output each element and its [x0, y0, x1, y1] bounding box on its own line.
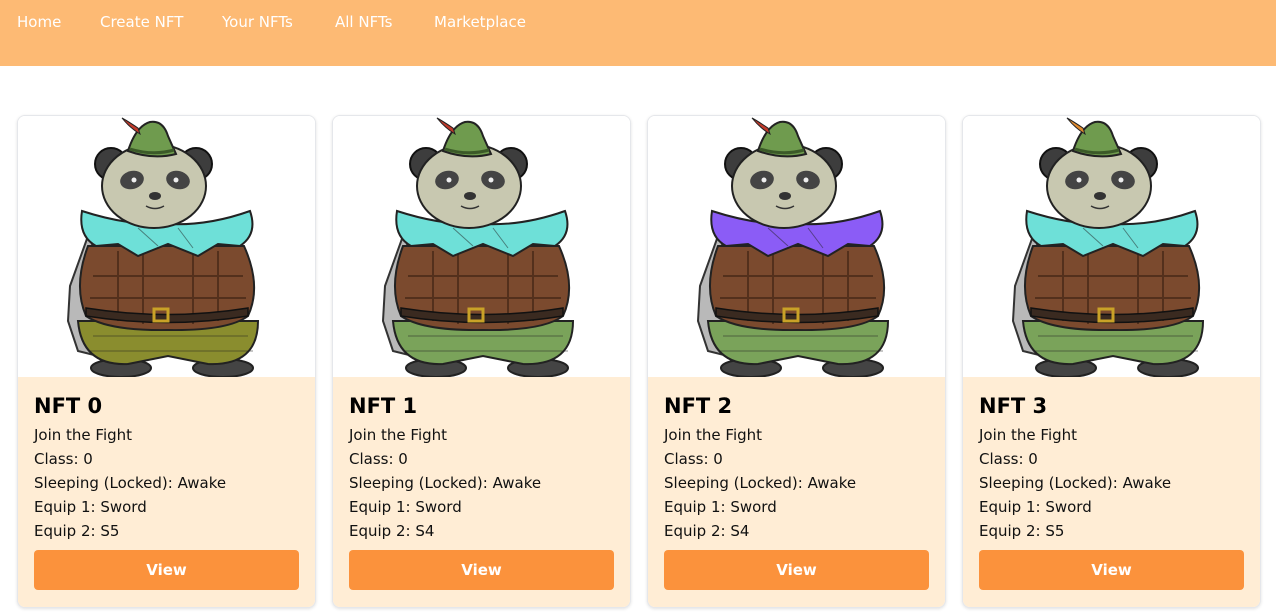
- nft-card: NFT 3 Join the Fight Class: 0 Sleeping (…: [962, 115, 1261, 608]
- nft-card: NFT 2 Join the Fight Class: 0 Sleeping (…: [647, 115, 946, 608]
- nav-link-create-nft[interactable]: Create NFT: [100, 12, 183, 32]
- top-navbar: Home Create NFT Your NFTs All NFTs Marke…: [0, 0, 1276, 66]
- nft-equip-2: Equip 2: S4: [349, 522, 435, 540]
- nft-subtitle: Join the Fight: [664, 426, 763, 444]
- nft-card-body: NFT 3 Join the Fight Class: 0 Sleeping (…: [963, 377, 1260, 607]
- nft-class: Class: 0: [349, 450, 408, 468]
- nav-link-home[interactable]: Home: [17, 12, 61, 32]
- nft-card: NFT 0 Join the Fight Class: 0 Sleeping (…: [17, 115, 316, 608]
- view-button[interactable]: View: [664, 550, 929, 590]
- nft-equip-2: Equip 2: S5: [34, 522, 120, 540]
- nft-equip-1: Equip 1: Sword: [349, 498, 462, 516]
- nft-card-body: NFT 1 Join the Fight Class: 0 Sleeping (…: [333, 377, 630, 607]
- nft-image: [648, 116, 945, 377]
- nft-class: Class: 0: [664, 450, 723, 468]
- nav-link-all-nfts[interactable]: All NFTs: [335, 12, 392, 32]
- panda-illustration: [696, 117, 890, 377]
- view-button[interactable]: View: [34, 550, 299, 590]
- nft-card-body: NFT 2 Join the Fight Class: 0 Sleeping (…: [648, 377, 945, 607]
- view-button[interactable]: View: [979, 550, 1244, 590]
- nft-sleeping-status: Sleeping (Locked): Awake: [349, 474, 542, 492]
- nft-image: [18, 116, 315, 377]
- nft-sleeping-status: Sleeping (Locked): Awake: [979, 474, 1172, 492]
- nft-image: [963, 116, 1260, 377]
- nft-card-body: NFT 0 Join the Fight Class: 0 Sleeping (…: [18, 377, 315, 607]
- nft-sleeping-status: Sleeping (Locked): Awake: [34, 474, 227, 492]
- nft-subtitle: Join the Fight: [34, 426, 133, 444]
- panda-illustration: [381, 117, 575, 377]
- nft-equip-2: Equip 2: S5: [979, 522, 1065, 540]
- nft-title: NFT 0: [34, 394, 103, 418]
- nft-title: NFT 2: [664, 394, 733, 418]
- nft-class: Class: 0: [979, 450, 1038, 468]
- nft-equip-1: Equip 1: Sword: [34, 498, 147, 516]
- view-button[interactable]: View: [349, 550, 614, 590]
- nft-class: Class: 0: [34, 450, 93, 468]
- nft-equip-1: Equip 1: Sword: [664, 498, 777, 516]
- nav-link-your-nfts[interactable]: Your NFTs: [222, 12, 293, 32]
- nft-sleeping-status: Sleeping (Locked): Awake: [664, 474, 857, 492]
- nft-equip-2: Equip 2: S4: [664, 522, 750, 540]
- nft-title: NFT 1: [349, 394, 418, 418]
- nft-title: NFT 3: [979, 394, 1048, 418]
- panda-illustration: [66, 117, 260, 377]
- nav-link-marketplace[interactable]: Marketplace: [434, 12, 526, 32]
- nft-subtitle: Join the Fight: [979, 426, 1078, 444]
- nft-card: NFT 1 Join the Fight Class: 0 Sleeping (…: [332, 115, 631, 608]
- panda-illustration: [1011, 117, 1205, 377]
- nft-subtitle: Join the Fight: [349, 426, 448, 444]
- nft-equip-1: Equip 1: Sword: [979, 498, 1092, 516]
- nft-image: [333, 116, 630, 377]
